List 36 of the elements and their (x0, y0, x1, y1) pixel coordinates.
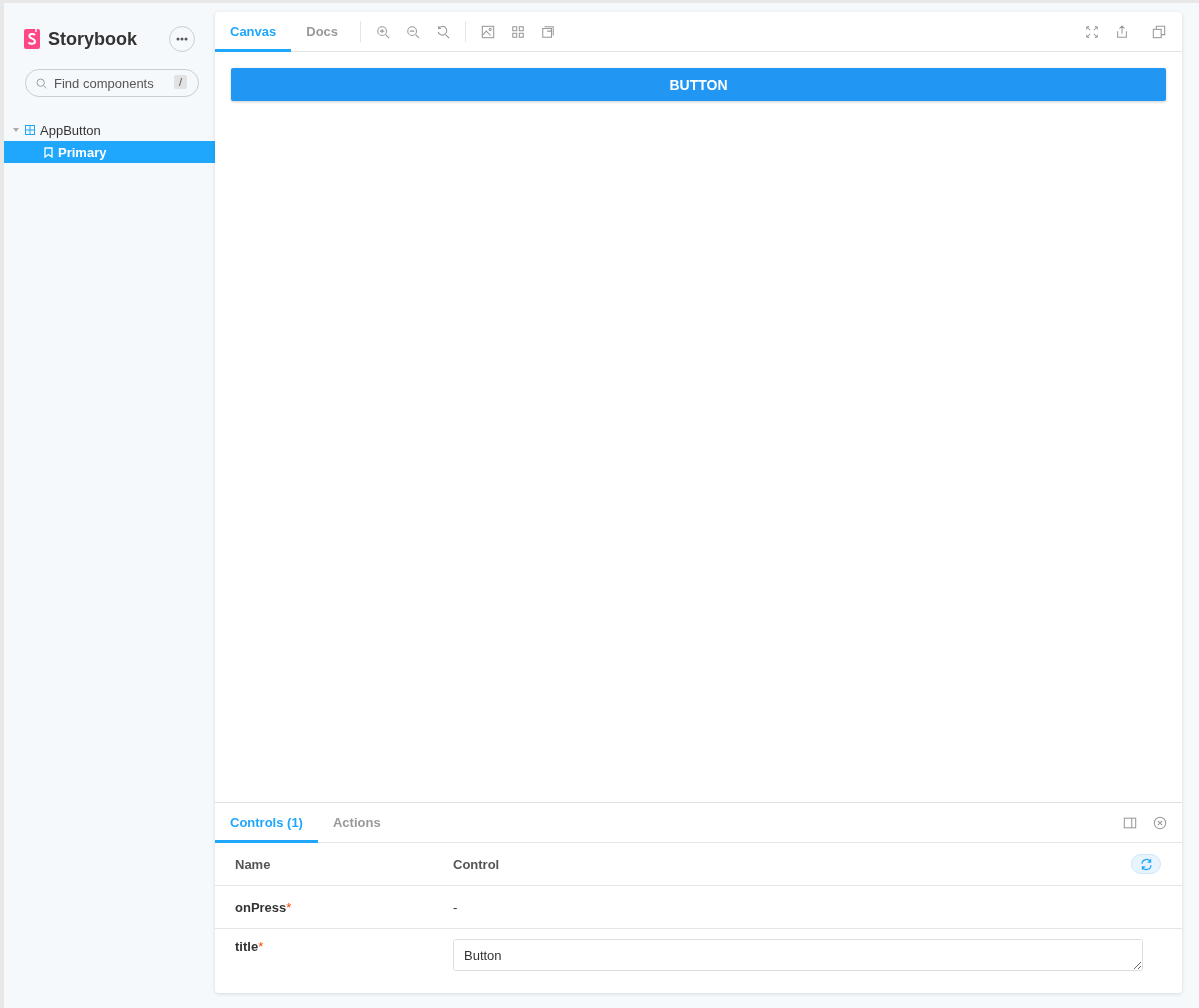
storybook-logo-icon (24, 28, 42, 50)
brand-name: Storybook (48, 28, 137, 50)
share-icon (1115, 24, 1129, 39)
tree-item[interactable]: Primary (4, 141, 215, 163)
caret-icon (12, 126, 20, 134)
fullscreen-icon (1085, 24, 1099, 39)
tab[interactable]: Controls (1) (215, 803, 318, 843)
grid-icon (511, 24, 526, 39)
grid-icon (25, 125, 35, 135)
close-icon (1153, 815, 1167, 830)
shortcut-key: / (173, 75, 187, 89)
zoom-in-icon (376, 24, 391, 39)
tab[interactable]: Actions (317, 803, 396, 843)
ellipsis-icon (176, 37, 188, 41)
image-icon (481, 24, 496, 39)
column-header: Name (215, 843, 452, 886)
control-value: - (453, 900, 458, 915)
tab[interactable]: Docs (291, 12, 354, 52)
search-icon (35, 77, 48, 90)
outline-icon (541, 24, 556, 39)
zoom-out-icon (406, 24, 421, 39)
tab[interactable]: Canvas (215, 12, 292, 52)
text-input[interactable]: Button (453, 939, 1143, 971)
tree-item[interactable]: AppButton (4, 119, 215, 141)
required-mark: * (286, 900, 292, 915)
required-mark: * (258, 939, 264, 954)
prop-name: title (235, 939, 259, 954)
prop-name: onPress (235, 900, 287, 915)
primary-button[interactable]: BUTTON (231, 68, 1166, 101)
refresh-icon (1139, 857, 1153, 871)
bookmark-icon (44, 146, 53, 158)
reset-zoom-icon (436, 24, 451, 39)
reset-button[interactable] (1131, 854, 1161, 874)
panel-layout-icon (1123, 815, 1137, 830)
copy-icon (1152, 24, 1166, 39)
column-header: Control (452, 843, 804, 886)
